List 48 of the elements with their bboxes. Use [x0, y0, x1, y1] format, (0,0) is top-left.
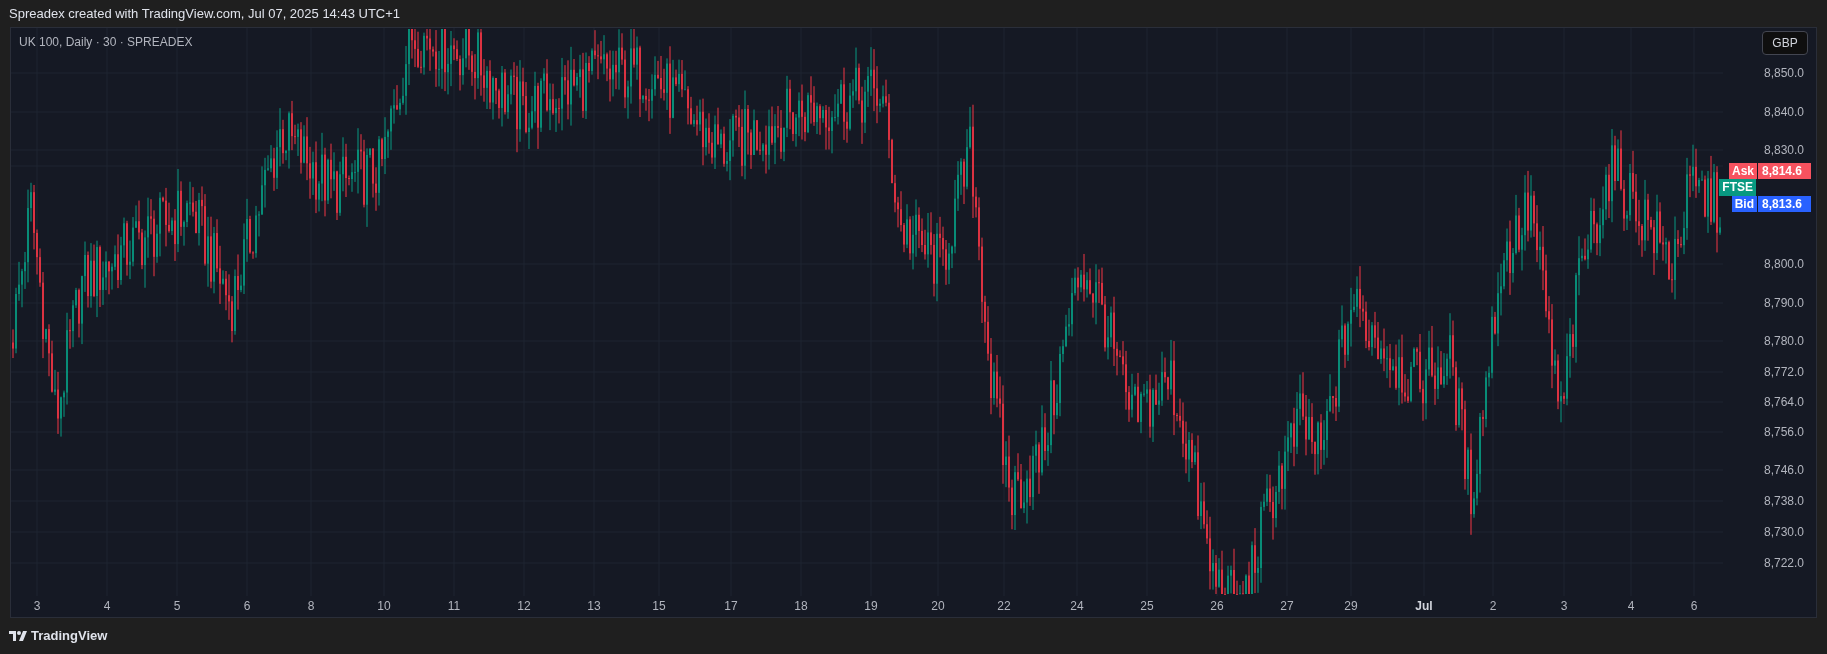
time-label: 6 [243, 599, 251, 613]
header-title: Spreadex created with TradingView.com, Jul 07, 2025 14:43 UTC+1 [9, 4, 401, 23]
logo-text: TradingView [31, 627, 108, 646]
time-label: 4 [1627, 599, 1635, 613]
logo-icon [9, 631, 27, 641]
currency-button[interactable]: GBP [1762, 31, 1808, 55]
time-label: 26 [1210, 599, 1224, 613]
time-label: 3 [33, 599, 41, 613]
time-label: 19 [864, 599, 878, 613]
price-label: 8,730.0 [1763, 525, 1804, 539]
time-label: 29 [1344, 599, 1358, 613]
time-label: 6 [1690, 599, 1698, 613]
price-label: 8,738.0 [1763, 494, 1804, 508]
time-label: 10 [377, 599, 391, 613]
price-tag-label: Bid [1731, 196, 1757, 212]
price-label: 8,756.0 [1763, 425, 1804, 439]
price-label: 8,780.0 [1763, 334, 1804, 348]
time-label: 17 [724, 599, 738, 613]
time-label: 27 [1280, 599, 1294, 613]
time-label: 2 [1489, 599, 1497, 613]
time-label: 25 [1140, 599, 1154, 613]
time-label: 5 [173, 599, 181, 613]
time-label: 18 [794, 599, 808, 613]
price-tag-value: 8,813.6 [1758, 196, 1811, 212]
time-label: 24 [1070, 599, 1084, 613]
price-label: 8,800.0 [1763, 257, 1804, 271]
price-label: 8,830.0 [1763, 143, 1804, 157]
time-label: 11 [447, 599, 461, 613]
price-label: 8,850.0 [1763, 66, 1804, 80]
time-label: 3 [1560, 599, 1568, 613]
time-label: 12 [517, 599, 531, 613]
time-label: 20 [931, 599, 945, 613]
price-label: 8,764.0 [1763, 395, 1804, 409]
price-label: 8,840.0 [1763, 105, 1804, 119]
price-tag-label: Ask [1729, 163, 1757, 179]
symbol-tag: FTSE [1719, 179, 1756, 196]
price-label: 8,722.0 [1763, 556, 1804, 570]
price-label: 8,790.0 [1763, 296, 1804, 310]
time-label: 8 [307, 599, 315, 613]
time-label: 13 [587, 599, 601, 613]
time-label: 22 [997, 599, 1011, 613]
price-label: 8,772.0 [1763, 365, 1804, 379]
price-label: 8,746.0 [1763, 463, 1804, 477]
time-label: Jul [1415, 599, 1433, 613]
price-tag-value: 8,814.6 [1758, 163, 1811, 179]
time-label: 15 [652, 599, 666, 613]
chart-legend: UK 100, Daily · 30 · SPREADEX [19, 33, 193, 51]
time-label: 4 [103, 599, 111, 613]
